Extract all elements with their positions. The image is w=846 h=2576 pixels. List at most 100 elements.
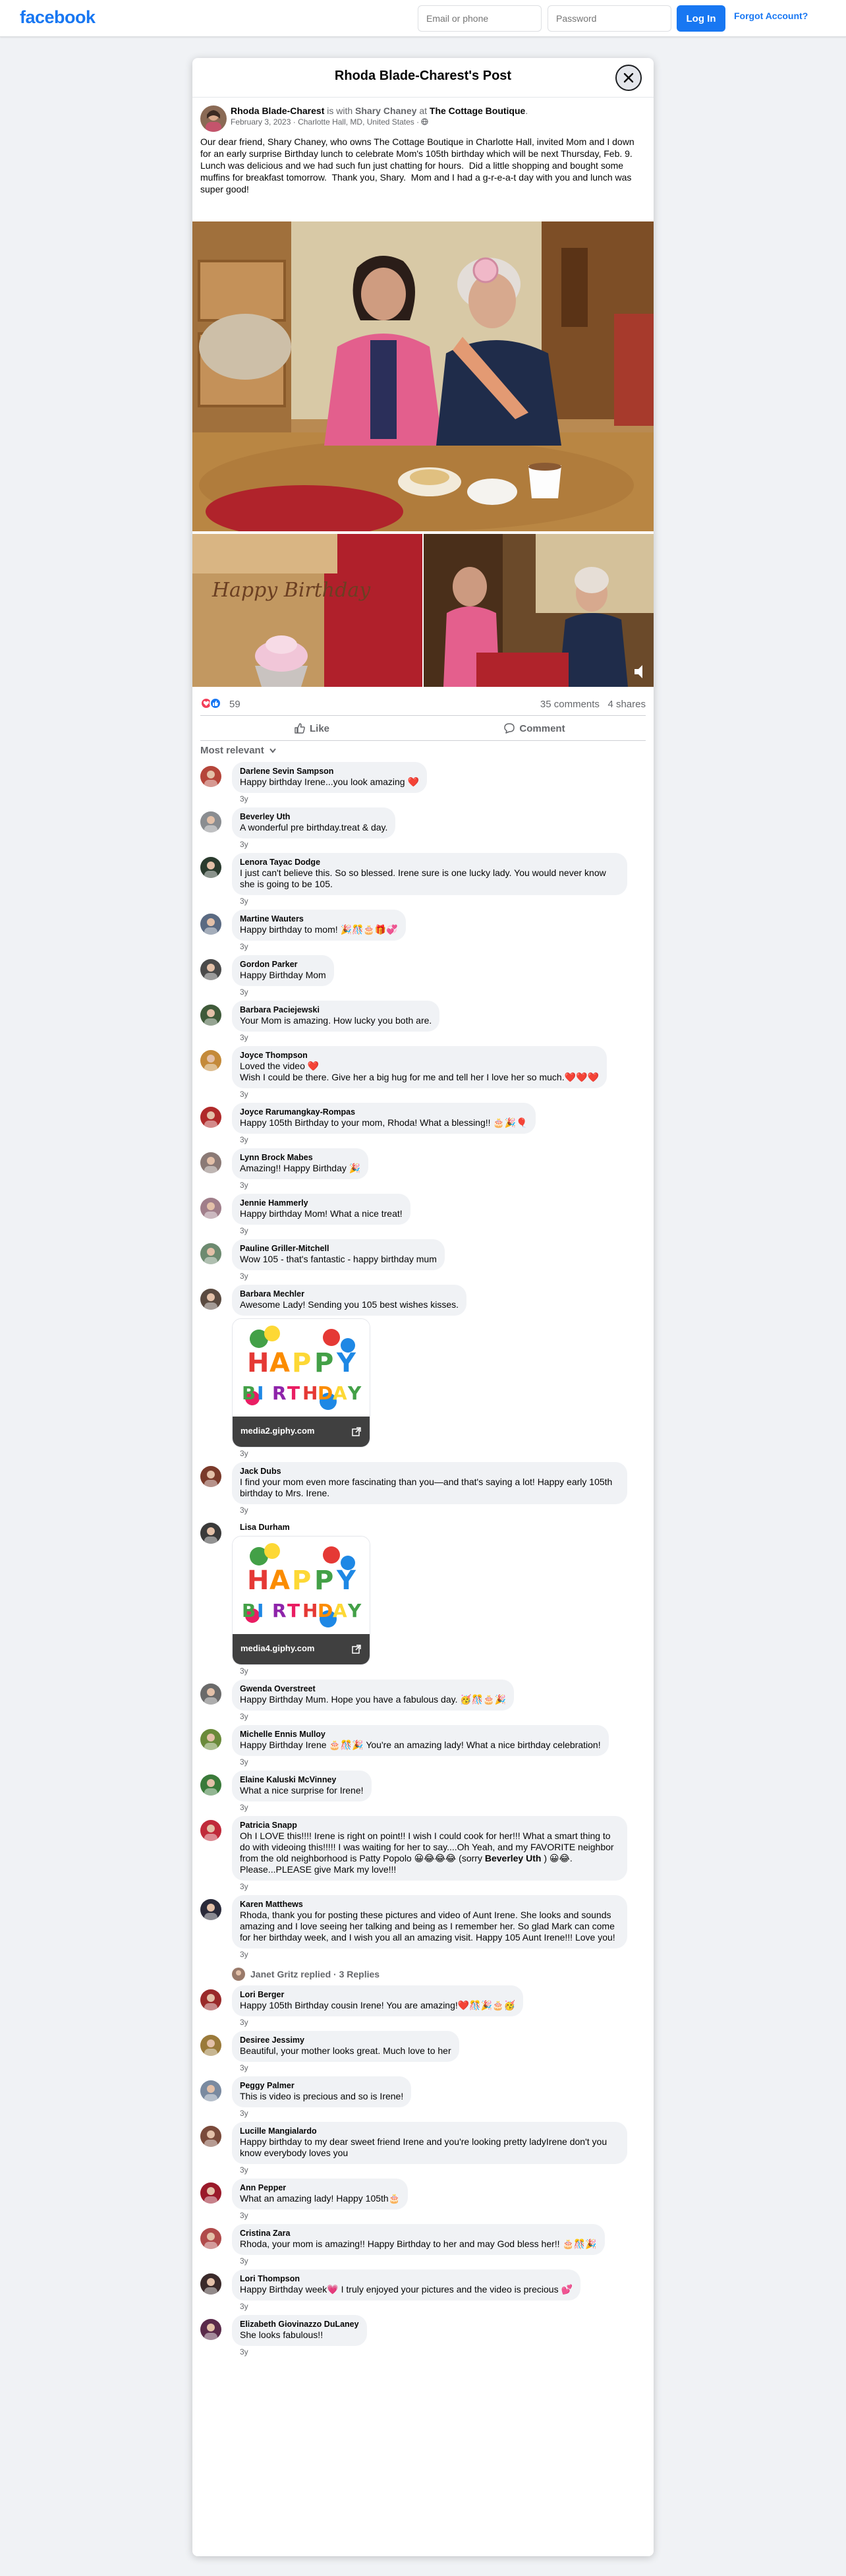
- commenter-name[interactable]: Peggy Palmer: [240, 2081, 403, 2091]
- tagged-person[interactable]: Shary Chaney: [355, 105, 416, 116]
- facebook-logo[interactable]: facebook: [20, 7, 96, 28]
- comment-age[interactable]: 3y: [232, 2255, 627, 2269]
- commenter-name[interactable]: Lucille Mangialardo: [240, 2126, 619, 2136]
- comment-age[interactable]: 3y: [232, 2346, 627, 2360]
- commenter-name[interactable]: Cristina Zara: [240, 2229, 597, 2239]
- commenter-avatar[interactable]: [200, 2319, 221, 2340]
- commenter-name[interactable]: Ann Pepper: [240, 2183, 400, 2193]
- mention-link[interactable]: Beverley Uth: [485, 1853, 542, 1863]
- comment-age[interactable]: 3y: [232, 1504, 627, 1519]
- comment-age[interactable]: 3y: [232, 941, 627, 955]
- commenter-avatar[interactable]: [200, 959, 221, 980]
- commenter-name[interactable]: Barbara Mechler: [240, 1289, 459, 1299]
- commenter-avatar[interactable]: [200, 1774, 221, 1796]
- comment-age[interactable]: 3y: [232, 986, 627, 1001]
- commenter-name[interactable]: Pauline Griller-Mitchell: [240, 1244, 437, 1254]
- commenter-avatar[interactable]: [200, 2080, 221, 2101]
- commenter-name[interactable]: Darlene Sevin Sampson: [240, 767, 419, 776]
- comment-age[interactable]: 3y: [232, 2210, 627, 2224]
- post-date[interactable]: February 3, 2023: [231, 117, 291, 127]
- comment-age[interactable]: 3y: [232, 895, 627, 910]
- commenter-avatar[interactable]: [200, 766, 221, 787]
- commenter-avatar[interactable]: [200, 914, 221, 935]
- comment-sort-dropdown[interactable]: Most relevant: [200, 745, 276, 756]
- commenter-name[interactable]: Lori Thompson: [240, 2274, 573, 2284]
- commenter-name[interactable]: Beverley Uth: [240, 812, 387, 822]
- commenter-avatar[interactable]: [200, 2035, 221, 2056]
- commenter-name[interactable]: Lisa Durham: [232, 1519, 627, 1533]
- forgot-account-link[interactable]: Forgot Account?: [734, 11, 808, 21]
- commenter-avatar[interactable]: [200, 1683, 221, 1705]
- commenter-name[interactable]: Lenora Tayac Dodge: [240, 858, 619, 867]
- gif-attachment[interactable]: H A P P Y B I R T H D A Ymedia4.giphy.com: [232, 1536, 370, 1665]
- comment-button[interactable]: Comment: [423, 717, 646, 740]
- commenter-name[interactable]: Lynn Brock Mabes: [240, 1153, 360, 1163]
- post-photo-cupcake[interactable]: Happy Birthday: [192, 534, 422, 687]
- commenter-name[interactable]: Jack Dubs: [240, 1467, 619, 1477]
- comment-age[interactable]: 3y: [232, 1032, 627, 1046]
- commenter-avatar[interactable]: [200, 1050, 221, 1071]
- commenter-avatar[interactable]: [200, 1899, 221, 1920]
- commenter-avatar[interactable]: [200, 1198, 221, 1219]
- comment-age[interactable]: 3y: [232, 838, 627, 853]
- commenter-name[interactable]: Martine Wauters: [240, 914, 398, 924]
- commenter-avatar[interactable]: [200, 2273, 221, 2295]
- author-name[interactable]: Rhoda Blade-Charest: [231, 105, 324, 116]
- shares-count[interactable]: 4 shares: [607, 699, 646, 710]
- commenter-avatar[interactable]: [200, 1729, 221, 1750]
- commenter-avatar[interactable]: [200, 1523, 221, 1544]
- comments-count[interactable]: 35 comments: [540, 699, 600, 710]
- reaction-count[interactable]: 59: [229, 699, 240, 710]
- commenter-avatar[interactable]: [200, 1243, 221, 1264]
- comment-age[interactable]: 3y: [232, 1088, 627, 1103]
- comment-age[interactable]: 3y: [232, 1448, 627, 1462]
- post-location[interactable]: Charlotte Hall, MD, United States: [298, 117, 414, 127]
- commenter-avatar[interactable]: [200, 1989, 221, 2010]
- comment-age[interactable]: 3y: [232, 1948, 627, 1963]
- comment-age[interactable]: 3y: [232, 1225, 627, 1239]
- comment-age[interactable]: 3y: [232, 1665, 627, 1680]
- commenter-name[interactable]: Karen Matthews: [240, 1900, 619, 1910]
- commenter-name[interactable]: Patricia Snapp: [240, 1821, 619, 1830]
- commenter-name[interactable]: Desiree Jessimy: [240, 2035, 451, 2045]
- gif-attachment[interactable]: H A P P Y B I R T H D A Ymedia2.giphy.com: [232, 1318, 370, 1448]
- commenter-name[interactable]: Gordon Parker: [240, 960, 326, 970]
- commenter-avatar[interactable]: [200, 857, 221, 878]
- place-link[interactable]: The Cottage Boutique: [430, 105, 525, 116]
- email-field[interactable]: [418, 5, 542, 32]
- comment-age[interactable]: 3y: [232, 2107, 627, 2122]
- commenter-name[interactable]: Lori Berger: [240, 1990, 515, 2000]
- author-avatar[interactable]: [200, 105, 227, 132]
- comment-age[interactable]: 3y: [232, 1270, 627, 1285]
- commenter-name[interactable]: Elizabeth Giovinazzo DuLaney: [240, 2320, 359, 2329]
- comment-age[interactable]: 3y: [232, 1711, 627, 1725]
- close-button[interactable]: [615, 65, 642, 91]
- comment-age[interactable]: 3y: [232, 793, 627, 807]
- commenter-avatar[interactable]: [200, 2126, 221, 2147]
- comment-age[interactable]: 3y: [232, 2300, 627, 2315]
- commenter-avatar[interactable]: [200, 1005, 221, 1026]
- commenter-name[interactable]: Gwenda Overstreet: [240, 1684, 506, 1694]
- comment-age[interactable]: 3y: [232, 1179, 627, 1194]
- comment-age[interactable]: 3y: [232, 1756, 627, 1771]
- comment-age[interactable]: 3y: [232, 2016, 627, 2031]
- gif-source[interactable]: media2.giphy.com: [233, 1417, 370, 1447]
- commenter-avatar[interactable]: [200, 811, 221, 833]
- post-photo-main[interactable]: [192, 221, 654, 531]
- commenter-name[interactable]: Michelle Ennis Mulloy: [240, 1730, 601, 1740]
- password-field[interactable]: [548, 5, 671, 32]
- commenter-name[interactable]: Elaine Kaluski McVinney: [240, 1775, 364, 1785]
- login-button[interactable]: Log In: [677, 5, 725, 32]
- post-video-thumbnail[interactable]: [424, 534, 654, 687]
- commenter-avatar[interactable]: [200, 2182, 221, 2204]
- like-reaction-icon[interactable]: [210, 697, 221, 709]
- commenter-name[interactable]: Joyce Rarumangkay-Rompas: [240, 1107, 528, 1117]
- commenter-avatar[interactable]: [200, 1820, 221, 1841]
- view-replies-link[interactable]: Janet Gritz replied · 3 Replies: [192, 1963, 654, 1985]
- comment-age[interactable]: 3y: [232, 1881, 627, 1895]
- comment-age[interactable]: 3y: [232, 2164, 627, 2179]
- commenter-name[interactable]: Barbara Paciejewski: [240, 1005, 432, 1015]
- commenter-avatar[interactable]: [200, 1289, 221, 1310]
- comment-age[interactable]: 3y: [232, 2062, 627, 2076]
- commenter-avatar[interactable]: [200, 2228, 221, 2249]
